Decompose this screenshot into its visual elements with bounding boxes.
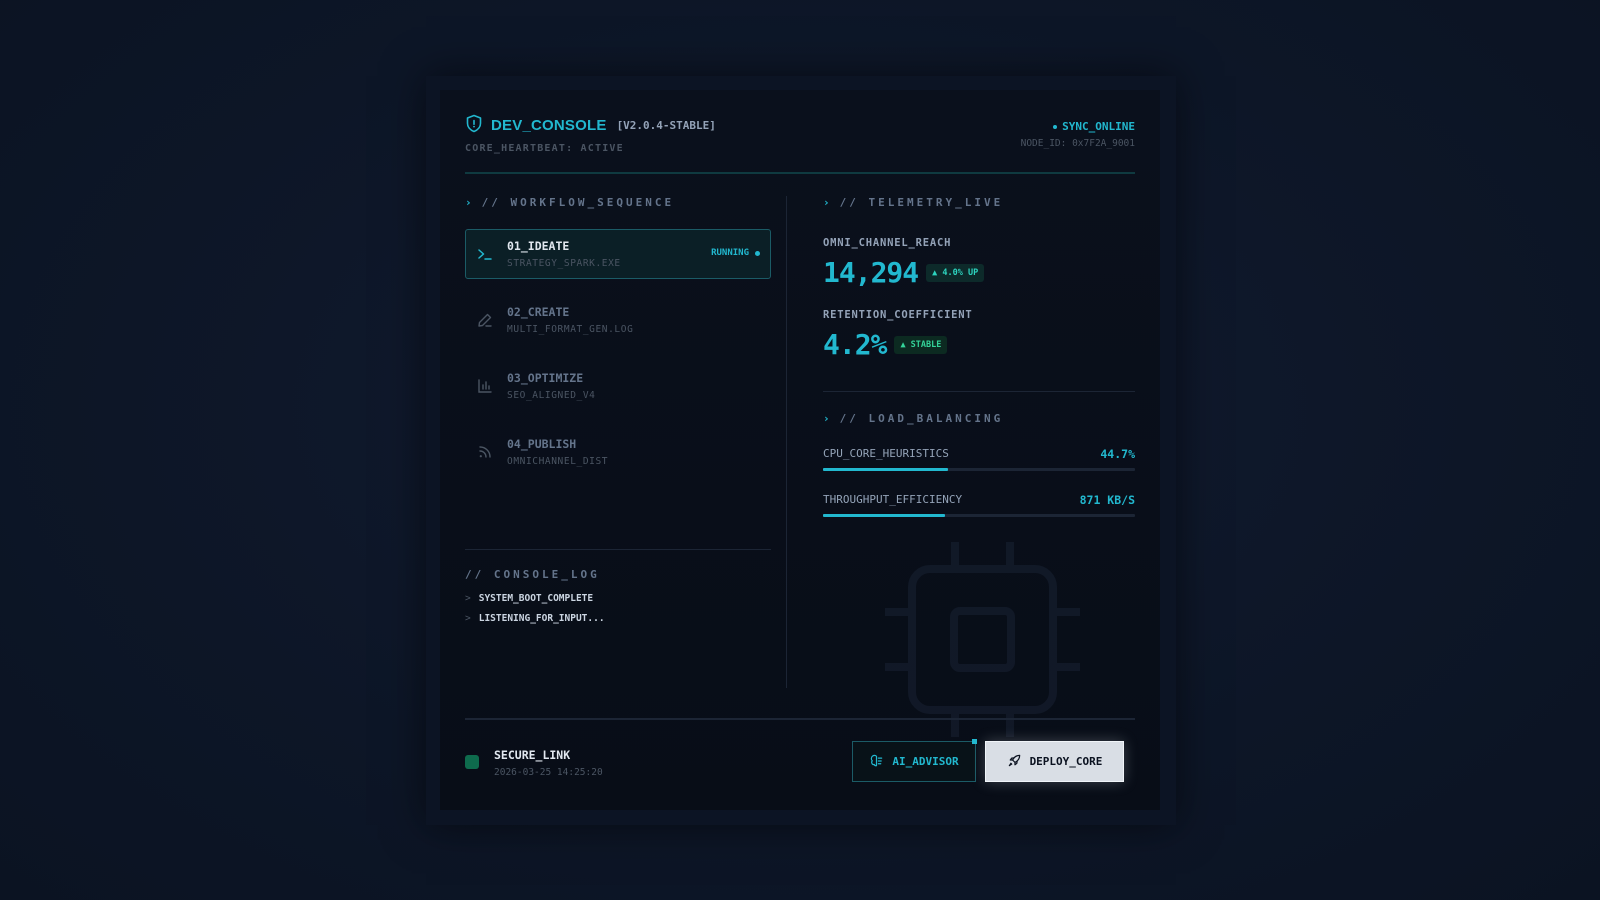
trend-badge: ▲ 4.0% UP xyxy=(926,263,985,282)
app-version: [V2.0.4-STABLE] xyxy=(616,119,716,132)
secure-link-label: SECURE_LINK xyxy=(494,748,571,762)
load-balancing-title-text: // LOAD_BALANCING xyxy=(839,412,1004,425)
ai-advisor-label: AI_ADVISOR xyxy=(892,755,959,768)
chevron-right-icon: › xyxy=(465,196,472,209)
console-divider xyxy=(465,549,771,550)
heartbeat-status: CORE_HEARTBEAT: ACTIVE xyxy=(465,143,624,154)
chevron-right-icon: › xyxy=(823,196,830,209)
workflow-item-sub: STRATEGY_SPARK.EXE xyxy=(507,258,621,269)
workflow-item-optimize[interactable]: 03_OPTIMIZE SEO_ALIGNED_V4 xyxy=(465,361,771,411)
progress-fill xyxy=(823,468,948,471)
rss-icon xyxy=(476,443,494,461)
load-balancing-section-title: › // LOAD_BALANCING xyxy=(823,412,1135,425)
running-status: RUNNING xyxy=(711,248,760,258)
bar-label: CPU_CORE_HEURISTICS xyxy=(823,447,949,460)
console-log: // CONSOLE_LOG > SYSTEM_BOOT_COMPLETE > LI… xyxy=(465,568,771,633)
stable-badge: ▲ STABLE xyxy=(894,335,948,354)
header-right: SYNC_ONLINE NODE_ID: 0x7F2A_9001 xyxy=(1021,120,1135,149)
footer: SECURE_LINK 2026-03-25 14:25:20 AI_ADVIS… xyxy=(465,730,1135,790)
bar-label: THROUGHPUT_EFFICIENCY xyxy=(823,493,963,506)
title-row: DEV_CONSOLE [V2.0.4-STABLE] xyxy=(465,114,716,137)
workflow-section-title: › // WORKFLOW_SEQUENCE xyxy=(465,196,771,209)
console-line-text: LISTENING_FOR_INPUT... xyxy=(478,613,605,624)
secure-status-icon xyxy=(465,755,479,769)
workflow-item-sub: OMNICHANNEL_DIST xyxy=(507,456,609,467)
workflow-item-name: 03_OPTIMIZE xyxy=(507,371,584,385)
sync-status: SYNC_ONLINE xyxy=(1021,120,1135,133)
metric-retention: RETENTION_COEFFICIENT 4.2% ▲ STABLE xyxy=(823,309,1135,361)
workflow-item-name: 01_IDEATE xyxy=(507,239,570,253)
footer-divider xyxy=(465,718,1135,720)
bar-header: THROUGHPUT_EFFICIENCY 871 KB/S xyxy=(823,493,1135,507)
header: DEV_CONSOLE [V2.0.4-STABLE] CORE_HEARTBE… xyxy=(465,114,1135,174)
bar-chart-icon xyxy=(476,377,494,395)
metric-label: OMNI_CHANNEL_REACH xyxy=(823,237,952,249)
metric-value: 4.2% xyxy=(823,328,887,361)
console-line: > SYSTEM_BOOT_COMPLETE xyxy=(465,593,771,604)
workflow-column: › // WORKFLOW_SEQUENCE 01_IDEATE STRATEG… xyxy=(465,196,771,493)
deploy-core-label: DEPLOY_CORE xyxy=(1029,755,1103,768)
workflow-item-sub: SEO_ALIGNED_V4 xyxy=(507,390,596,401)
notification-dot-icon xyxy=(972,739,977,744)
chevron-right-icon: › xyxy=(823,412,830,425)
workflow-item-create[interactable]: 02_CREATE MULTI_FORMAT_GEN.LOG xyxy=(465,295,771,345)
terminal-icon xyxy=(476,245,494,263)
app-title: DEV_CONSOLE xyxy=(491,117,607,134)
node-id: NODE_ID: 0x7F2A_9001 xyxy=(1020,138,1135,149)
telemetry-divider xyxy=(823,391,1135,392)
metric-value: 14,294 xyxy=(823,256,919,289)
bar-value: 871 KB/S xyxy=(1079,493,1135,507)
progress-track xyxy=(823,514,1135,517)
workflow-item-sub: MULTI_FORMAT_GEN.LOG xyxy=(507,324,634,335)
prompt-glyph: > xyxy=(465,613,471,624)
workflow-title-text: // WORKFLOW_SEQUENCE xyxy=(481,196,675,209)
cpu-heuristics-bar: CPU_CORE_HEURISTICS 44.7% xyxy=(823,447,1135,471)
metric-label: RETENTION_COEFFICIENT xyxy=(823,309,973,321)
column-divider xyxy=(786,196,787,688)
metric-row: 4.2% ▲ STABLE xyxy=(823,328,1135,361)
console-line: > LISTENING_FOR_INPUT... xyxy=(465,613,771,624)
sync-status-label: SYNC_ONLINE xyxy=(1062,120,1135,133)
telemetry-title-text: // TELEMETRY_LIVE xyxy=(839,196,1004,209)
workflow-item-text: 02_CREATE MULTI_FORMAT_GEN.LOG xyxy=(507,305,633,335)
workflow-item-text: 03_OPTIMIZE SEO_ALIGNED_V4 xyxy=(507,371,595,401)
console-lines: > SYSTEM_BOOT_COMPLETE > LISTENING_FOR_INP… xyxy=(465,593,771,624)
bar-value: 44.7% xyxy=(1100,447,1135,461)
timestamp: 2026-03-25 14:25:20 xyxy=(494,767,603,778)
shield-icon xyxy=(465,114,483,137)
console-line-text: SYSTEM_BOOT_COMPLETE xyxy=(478,593,594,604)
metric-row: 14,294 ▲ 4.0% UP xyxy=(823,256,1135,289)
metric-reach: OMNI_CHANNEL_REACH 14,294 ▲ 4.0% UP xyxy=(823,237,1135,289)
bar-header: CPU_CORE_HEURISTICS 44.7% xyxy=(823,447,1135,461)
sync-dot-icon xyxy=(1053,124,1058,129)
pencil-icon xyxy=(476,311,494,329)
running-status-label: RUNNING xyxy=(711,248,749,258)
header-left: DEV_CONSOLE [V2.0.4-STABLE] CORE_HEARTBE… xyxy=(465,114,716,154)
brain-icon xyxy=(869,753,884,771)
dev-console-panel: DEV_CONSOLE [V2.0.4-STABLE] CORE_HEARTBE… xyxy=(440,90,1160,810)
status-dot-icon xyxy=(755,250,760,256)
workflow-item-ideate[interactable]: 01_IDEATE STRATEGY_SPARK.EXE RUNNING xyxy=(465,229,771,279)
header-divider xyxy=(465,172,1135,174)
telemetry-section-title: › // TELEMETRY_LIVE xyxy=(823,196,1135,209)
rocket-icon xyxy=(1007,753,1022,771)
workflow-item-publish[interactable]: 04_PUBLISH OMNICHANNEL_DIST xyxy=(465,427,771,477)
deploy-core-button[interactable]: DEPLOY_CORE xyxy=(985,741,1124,782)
workflow-item-text: 04_PUBLISH OMNICHANNEL_DIST xyxy=(507,437,608,467)
workflow-item-name: 04_PUBLISH xyxy=(507,437,577,451)
telemetry-column: › // TELEMETRY_LIVE OMNI_CHANNEL_REACH 1… xyxy=(823,196,1135,517)
workflow-item-name: 02_CREATE xyxy=(507,305,570,319)
prompt-glyph: > xyxy=(465,593,471,604)
progress-fill xyxy=(823,514,945,517)
cpu-chip-icon xyxy=(885,542,1080,737)
workflow-list: 01_IDEATE STRATEGY_SPARK.EXE RUNNING 02_… xyxy=(465,229,771,477)
workflow-item-text: 01_IDEATE STRATEGY_SPARK.EXE xyxy=(507,239,621,269)
progress-track xyxy=(823,468,1135,471)
ai-advisor-button[interactable]: AI_ADVISOR xyxy=(852,739,977,782)
console-section-title: // CONSOLE_LOG xyxy=(465,568,600,581)
throughput-bar: THROUGHPUT_EFFICIENCY 871 KB/S xyxy=(823,493,1135,517)
